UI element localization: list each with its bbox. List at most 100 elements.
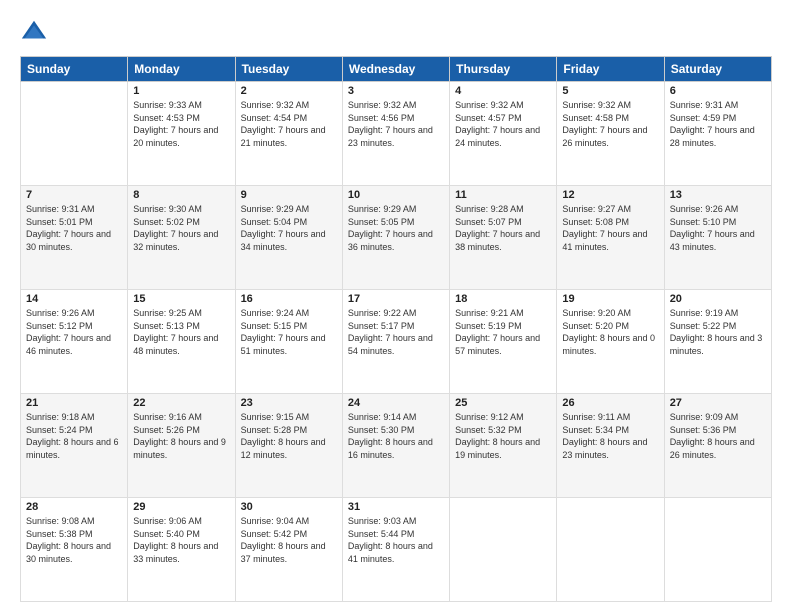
- day-info: Sunrise: 9:04 AMSunset: 5:42 PMDaylight:…: [241, 515, 337, 565]
- day-info: Sunrise: 9:29 AMSunset: 5:05 PMDaylight:…: [348, 203, 444, 253]
- day-info: Sunrise: 9:32 AMSunset: 4:58 PMDaylight:…: [562, 99, 658, 149]
- day-cell: 13 Sunrise: 9:26 AMSunset: 5:10 PMDayligh…: [664, 186, 771, 290]
- logo-icon: [20, 18, 48, 46]
- day-cell: 15 Sunrise: 9:25 AMSunset: 5:13 PMDayligh…: [128, 290, 235, 394]
- day-number: 27: [670, 397, 766, 409]
- day-cell: 29Sunrise: 9:06 AMSunset: 5:40 PMDayligh…: [128, 498, 235, 602]
- logo: [20, 18, 52, 46]
- weekday-header-wednesday: Wednesday: [342, 57, 449, 82]
- day-number: 3: [348, 85, 444, 97]
- weekday-header-friday: Friday: [557, 57, 664, 82]
- day-cell: 23 Sunrise: 9:15 AMSunset: 5:28 PMDayligh…: [235, 394, 342, 498]
- day-info: Sunrise: 9:31 AMSunset: 4:59 PMDaylight:…: [670, 99, 766, 149]
- weekday-header-sunday: Sunday: [21, 57, 128, 82]
- day-number: 30: [241, 501, 337, 513]
- day-info: Sunrise: 9:26 AMSunset: 5:10 PMDaylight:…: [670, 203, 766, 253]
- day-info: Sunrise: 9:21 AMSunset: 5:19 PMDaylight:…: [455, 307, 551, 357]
- day-number: 18: [455, 293, 551, 305]
- day-info: Sunrise: 9:08 AMSunset: 5:38 PMDaylight:…: [26, 515, 122, 565]
- day-number: 28: [26, 501, 122, 513]
- day-number: 22: [133, 397, 229, 409]
- weekday-header-row: SundayMondayTuesdayWednesdayThursdayFrid…: [21, 57, 772, 82]
- day-number: 16: [241, 293, 337, 305]
- day-info: Sunrise: 9:14 AMSunset: 5:30 PMDaylight:…: [348, 411, 444, 461]
- day-number: 14: [26, 293, 122, 305]
- day-info: Sunrise: 9:33 AMSunset: 4:53 PMDaylight:…: [133, 99, 229, 149]
- day-cell: 7Sunrise: 9:31 AMSunset: 5:01 PMDaylight…: [21, 186, 128, 290]
- day-info: Sunrise: 9:32 AMSunset: 4:54 PMDaylight:…: [241, 99, 337, 149]
- day-cell: 24 Sunrise: 9:14 AMSunset: 5:30 PMDayligh…: [342, 394, 449, 498]
- day-info: Sunrise: 9:28 AMSunset: 5:07 PMDaylight:…: [455, 203, 551, 253]
- day-number: 9: [241, 189, 337, 201]
- day-cell: 22 Sunrise: 9:16 AMSunset: 5:26 PMDayligh…: [128, 394, 235, 498]
- week-row-4: 21Sunrise: 9:18 AMSunset: 5:24 PMDayligh…: [21, 394, 772, 498]
- week-row-2: 7Sunrise: 9:31 AMSunset: 5:01 PMDaylight…: [21, 186, 772, 290]
- day-number: 6: [670, 85, 766, 97]
- day-number: 10: [348, 189, 444, 201]
- day-number: 13: [670, 189, 766, 201]
- day-cell: [557, 498, 664, 602]
- day-number: 2: [241, 85, 337, 97]
- day-info: Sunrise: 9:27 AMSunset: 5:08 PMDaylight:…: [562, 203, 658, 253]
- day-cell: 10 Sunrise: 9:29 AMSunset: 5:05 PMDayligh…: [342, 186, 449, 290]
- day-info: Sunrise: 9:29 AMSunset: 5:04 PMDaylight:…: [241, 203, 337, 253]
- day-cell: 5Sunrise: 9:32 AMSunset: 4:58 PMDaylight…: [557, 82, 664, 186]
- day-info: Sunrise: 9:16 AMSunset: 5:26 PMDaylight:…: [133, 411, 229, 461]
- day-cell: 28 Sunrise: 9:08 AMSunset: 5:38 PMDayligh…: [21, 498, 128, 602]
- page-header: [20, 18, 772, 46]
- day-cell: 11 Sunrise: 9:28 AMSunset: 5:07 PMDayligh…: [450, 186, 557, 290]
- day-info: Sunrise: 9:12 AMSunset: 5:32 PMDaylight:…: [455, 411, 551, 461]
- day-info: Sunrise: 9:24 AMSunset: 5:15 PMDaylight:…: [241, 307, 337, 357]
- day-info: Sunrise: 9:03 AMSunset: 5:44 PMDaylight:…: [348, 515, 444, 565]
- day-number: 19: [562, 293, 658, 305]
- calendar-table: SundayMondayTuesdayWednesdayThursdayFrid…: [20, 56, 772, 602]
- day-info: Sunrise: 9:25 AMSunset: 5:13 PMDaylight:…: [133, 307, 229, 357]
- weekday-header-monday: Monday: [128, 57, 235, 82]
- day-cell: 19Sunrise: 9:20 AMSunset: 5:20 PMDayligh…: [557, 290, 664, 394]
- day-cell: 31 Sunrise: 9:03 AMSunset: 5:44 PMDayligh…: [342, 498, 449, 602]
- day-number: 11: [455, 189, 551, 201]
- day-cell: 12 Sunrise: 9:27 AMSunset: 5:08 PMDayligh…: [557, 186, 664, 290]
- day-cell: 21Sunrise: 9:18 AMSunset: 5:24 PMDayligh…: [21, 394, 128, 498]
- day-info: Sunrise: 9:15 AMSunset: 5:28 PMDaylight:…: [241, 411, 337, 461]
- day-number: 12: [562, 189, 658, 201]
- day-cell: 9 Sunrise: 9:29 AMSunset: 5:04 PMDaylight…: [235, 186, 342, 290]
- day-number: 4: [455, 85, 551, 97]
- day-number: 17: [348, 293, 444, 305]
- day-number: 1: [133, 85, 229, 97]
- day-cell: 16 Sunrise: 9:24 AMSunset: 5:15 PMDayligh…: [235, 290, 342, 394]
- day-cell: 8 Sunrise: 9:30 AMSunset: 5:02 PMDaylight…: [128, 186, 235, 290]
- day-cell: 18 Sunrise: 9:21 AMSunset: 5:19 PMDayligh…: [450, 290, 557, 394]
- weekday-header-saturday: Saturday: [664, 57, 771, 82]
- day-cell: [450, 498, 557, 602]
- weekday-header-thursday: Thursday: [450, 57, 557, 82]
- day-number: 23: [241, 397, 337, 409]
- day-cell: 4 Sunrise: 9:32 AMSunset: 4:57 PMDaylight…: [450, 82, 557, 186]
- day-number: 26: [562, 397, 658, 409]
- day-cell: 20 Sunrise: 9:19 AMSunset: 5:22 PMDayligh…: [664, 290, 771, 394]
- day-info: Sunrise: 9:31 AMSunset: 5:01 PMDaylight:…: [26, 203, 122, 253]
- day-cell: 2 Sunrise: 9:32 AMSunset: 4:54 PMDaylight…: [235, 82, 342, 186]
- day-cell: 17Sunrise: 9:22 AMSunset: 5:17 PMDayligh…: [342, 290, 449, 394]
- day-cell: 27 Sunrise: 9:09 AMSunset: 5:36 PMDayligh…: [664, 394, 771, 498]
- day-info: Sunrise: 9:30 AMSunset: 5:02 PMDaylight:…: [133, 203, 229, 253]
- day-info: Sunrise: 9:06 AMSunset: 5:40 PMDaylight:…: [133, 515, 229, 565]
- day-cell: [21, 82, 128, 186]
- day-info: Sunrise: 9:11 AMSunset: 5:34 PMDaylight:…: [562, 411, 658, 461]
- day-info: Sunrise: 9:32 AMSunset: 4:56 PMDaylight:…: [348, 99, 444, 149]
- day-number: 8: [133, 189, 229, 201]
- day-number: 31: [348, 501, 444, 513]
- day-info: Sunrise: 9:19 AMSunset: 5:22 PMDaylight:…: [670, 307, 766, 357]
- day-info: Sunrise: 9:32 AMSunset: 4:57 PMDaylight:…: [455, 99, 551, 149]
- day-number: 15: [133, 293, 229, 305]
- day-number: 24: [348, 397, 444, 409]
- day-number: 20: [670, 293, 766, 305]
- day-number: 21: [26, 397, 122, 409]
- day-info: Sunrise: 9:09 AMSunset: 5:36 PMDaylight:…: [670, 411, 766, 461]
- day-cell: 25 Sunrise: 9:12 AMSunset: 5:32 PMDayligh…: [450, 394, 557, 498]
- day-cell: [664, 498, 771, 602]
- week-row-1: 1 Sunrise: 9:33 AMSunset: 4:53 PMDaylight…: [21, 82, 772, 186]
- week-row-5: 28 Sunrise: 9:08 AMSunset: 5:38 PMDayligh…: [21, 498, 772, 602]
- day-info: Sunrise: 9:26 AMSunset: 5:12 PMDaylight:…: [26, 307, 122, 357]
- day-number: 25: [455, 397, 551, 409]
